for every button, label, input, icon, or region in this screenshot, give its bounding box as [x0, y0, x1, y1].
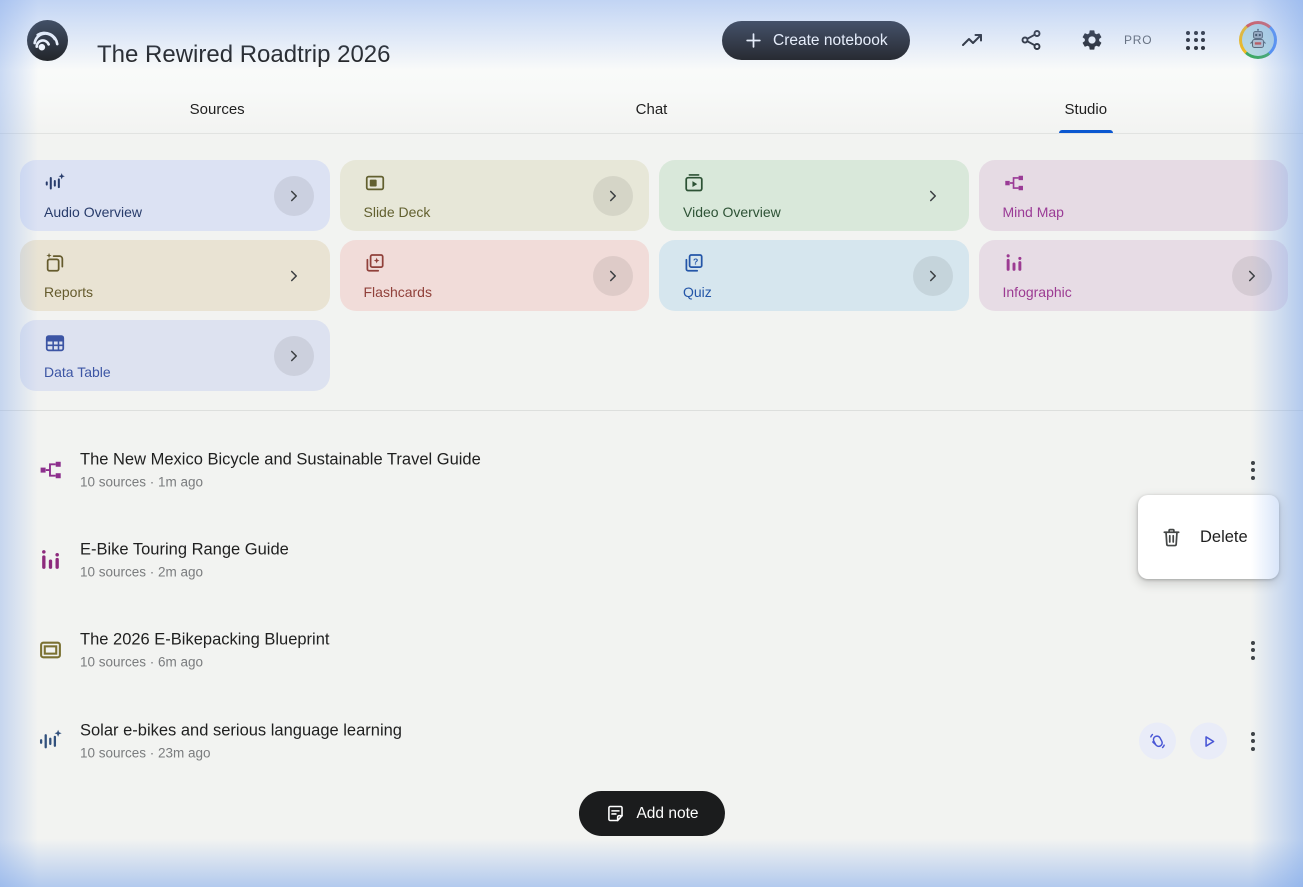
tool-card-audio-overview[interactable]: Audio Overview	[20, 160, 330, 231]
artifact-meta: 10 sources · 23m ago	[80, 746, 402, 761]
artifact-title: Solar e-bikes and serious language learn…	[80, 722, 402, 741]
mind-map-icon	[1003, 172, 1025, 194]
chevron-right-icon[interactable]	[913, 256, 953, 296]
tool-label: Slide Deck	[364, 204, 431, 220]
tool-label: Flashcards	[364, 284, 432, 300]
quiz-cards-icon: ?	[683, 252, 705, 274]
mind-map-icon	[38, 458, 63, 483]
artifact-meta: 10 sources · 6m ago	[80, 655, 329, 670]
audio-waveform-sparkle-icon	[38, 729, 63, 754]
chevron-right-icon[interactable]	[593, 256, 633, 296]
tool-card-reports[interactable]: Reports	[20, 240, 330, 311]
artifact-meta: 10 sources · 2m ago	[80, 565, 289, 580]
tab-chat[interactable]: Chat	[434, 85, 868, 133]
slide-deck-icon	[364, 172, 386, 194]
tab-bar: Sources Chat Studio	[0, 85, 1303, 134]
play-icon	[1199, 731, 1219, 751]
studio-tools-grid: Audio Overview Slide Deck Video Overview	[20, 160, 1288, 391]
tool-label: Audio Overview	[44, 204, 142, 220]
tool-label: Mind Map	[1003, 204, 1064, 220]
play-button[interactable]	[1190, 723, 1227, 760]
tool-card-infographic[interactable]: Infographic	[979, 240, 1289, 311]
notebooklm-studio-page: The Rewired Roadtrip 2026 Create noteboo…	[0, 0, 1303, 887]
note-icon	[604, 803, 625, 824]
chevron-right-icon[interactable]	[593, 176, 633, 216]
artifact-title: E-Bike Touring Range Guide	[80, 541, 289, 560]
tool-card-data-table[interactable]: Data Table	[20, 320, 330, 391]
tab-sources[interactable]: Sources	[0, 85, 434, 133]
avatar[interactable]	[1239, 21, 1277, 59]
pro-badge: PRO	[1124, 33, 1152, 47]
artifact-row-slide-deck[interactable]: The 2026 E-Bikepacking Blueprint 10 sour…	[0, 610, 1303, 690]
waving-hand-icon	[1147, 731, 1168, 752]
audio-waveform-sparkle-icon	[44, 172, 66, 194]
data-table-icon	[44, 332, 66, 354]
apps-grid-icon[interactable]	[1186, 28, 1210, 52]
interactive-mode-button[interactable]	[1139, 723, 1176, 760]
analytics-icon[interactable]	[960, 28, 984, 52]
tool-label: Infographic	[1003, 284, 1072, 300]
tool-label: Quiz	[683, 284, 712, 300]
app-header: The Rewired Roadtrip 2026 Create noteboo…	[0, 0, 1303, 85]
reports-doc-sparkle-icon	[44, 252, 66, 274]
more-options-icon[interactable]	[1241, 727, 1265, 755]
active-tab-underline	[1059, 130, 1113, 133]
artifact-title: The New Mexico Bicycle and Sustainable T…	[80, 451, 481, 470]
artifact-row-audio-overview[interactable]: Solar e-bikes and serious language learn…	[0, 701, 1303, 781]
chevron-right-icon[interactable]	[274, 176, 314, 216]
more-options-icon[interactable]	[1241, 456, 1265, 484]
tool-label: Data Table	[44, 364, 111, 380]
infographic-bars-icon	[38, 548, 63, 573]
create-notebook-button[interactable]: Create notebook	[722, 21, 910, 60]
svg-text:?: ?	[693, 256, 698, 266]
tab-sources-label: Sources	[190, 101, 245, 118]
plus-icon	[744, 31, 763, 50]
tab-studio[interactable]: Studio	[869, 85, 1303, 133]
add-note-button[interactable]: Add note	[578, 791, 724, 836]
more-options-icon[interactable]	[1241, 636, 1265, 664]
section-divider	[0, 410, 1303, 411]
artifact-row-mind-map[interactable]: The New Mexico Bicycle and Sustainable T…	[0, 430, 1303, 510]
chevron-right-icon[interactable]	[1232, 256, 1272, 296]
infographic-bars-icon	[1003, 252, 1025, 274]
context-menu: Delete	[1138, 495, 1279, 579]
chevron-right-icon[interactable]	[274, 336, 314, 376]
slide-deck-icon	[38, 638, 63, 663]
artifact-meta: 10 sources · 1m ago	[80, 475, 481, 490]
tool-card-video-overview[interactable]: Video Overview	[659, 160, 969, 231]
tab-studio-label: Studio	[1065, 101, 1108, 118]
delete-menu-label: Delete	[1200, 528, 1248, 547]
add-note-label: Add note	[636, 805, 698, 823]
tab-chat-label: Chat	[636, 101, 668, 118]
tool-card-slide-deck[interactable]: Slide Deck	[340, 160, 650, 231]
notebooklm-logo[interactable]	[27, 20, 68, 61]
tool-card-flashcards[interactable]: Flashcards	[340, 240, 650, 311]
tool-card-quiz[interactable]: ? Quiz	[659, 240, 969, 311]
chevron-right-icon[interactable]	[913, 176, 953, 216]
trash-icon	[1160, 526, 1183, 549]
tool-label: Reports	[44, 284, 93, 300]
artifact-row-infographic[interactable]: E-Bike Touring Range Guide 10 sources · …	[0, 520, 1303, 600]
share-icon[interactable]	[1019, 28, 1043, 52]
tool-card-mind-map[interactable]: Mind Map	[979, 160, 1289, 231]
tool-label: Video Overview	[683, 204, 781, 220]
delete-menu-item[interactable]: Delete	[1138, 495, 1279, 579]
notebook-title: The Rewired Roadtrip 2026	[97, 41, 391, 69]
artifact-title: The 2026 E-Bikepacking Blueprint	[80, 631, 329, 650]
flashcards-star-icon	[364, 252, 386, 274]
create-notebook-label: Create notebook	[773, 32, 888, 50]
video-overview-icon	[683, 172, 705, 194]
settings-icon[interactable]	[1080, 28, 1104, 52]
chevron-right-icon[interactable]	[274, 256, 314, 296]
robot-avatar-image	[1242, 24, 1274, 56]
